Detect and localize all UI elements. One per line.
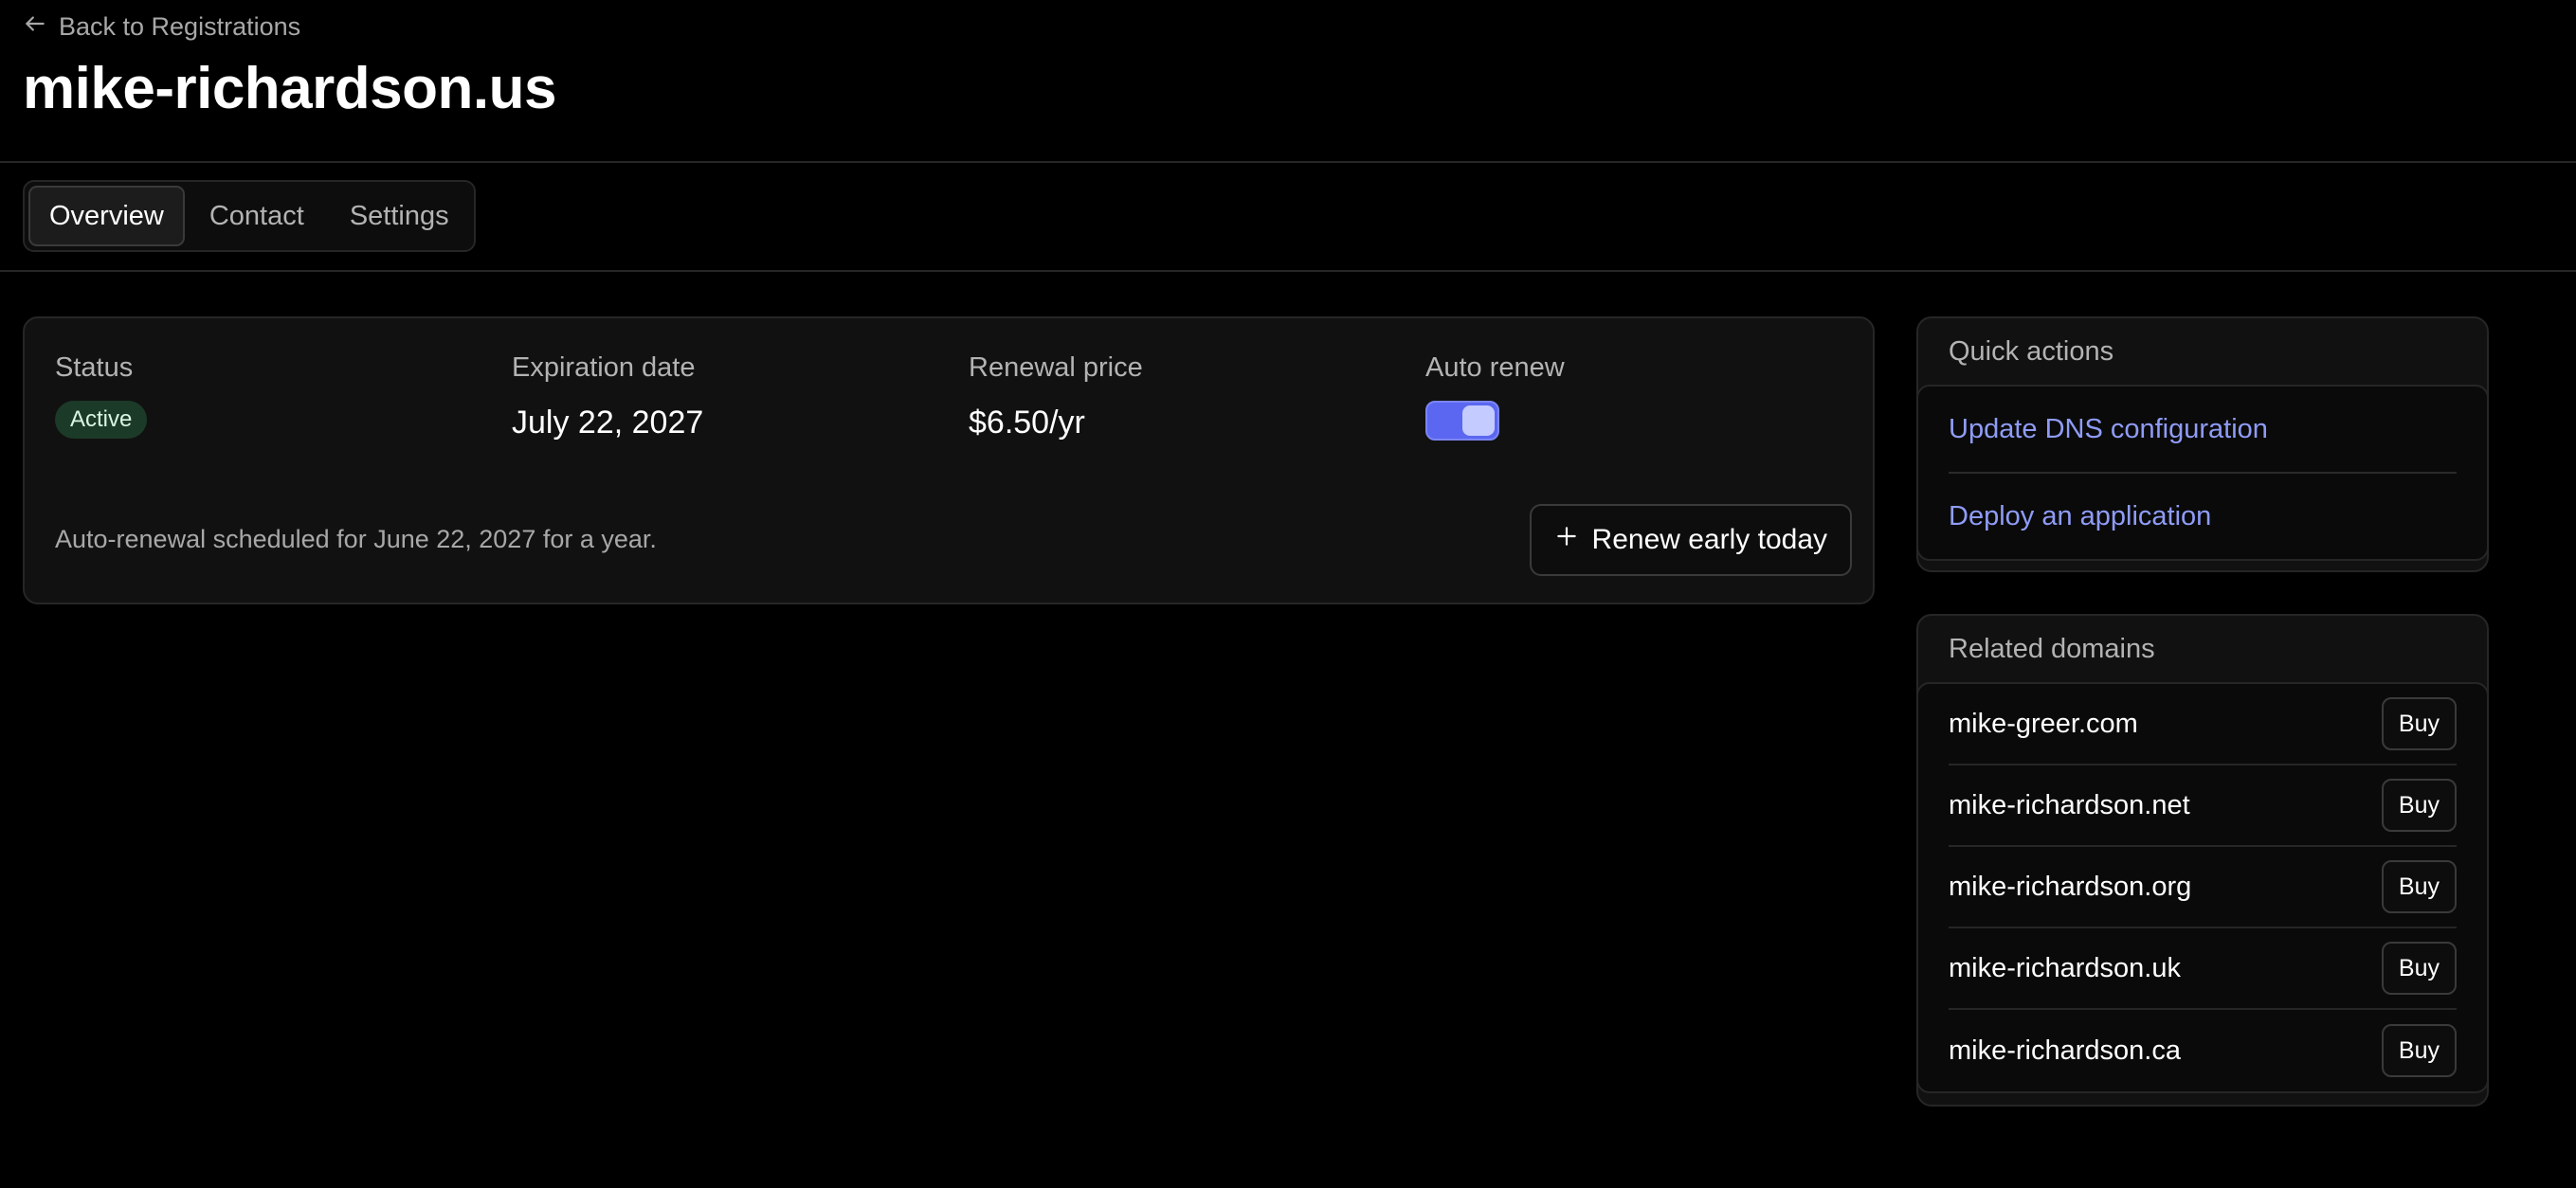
expiration-field: Expiration date July 22, 2027 bbox=[512, 352, 703, 441]
back-link-label: Back to Registrations bbox=[59, 12, 301, 41]
page-title: mike-richardson.us bbox=[23, 56, 556, 121]
domain-name: mike-richardson.net bbox=[1949, 789, 2190, 820]
quick-actions-panel: Quick actions Update DNS configuration D… bbox=[1916, 316, 2489, 572]
tab-contact[interactable]: Contact bbox=[189, 186, 325, 246]
domain-name: mike-richardson.org bbox=[1949, 871, 2192, 902]
status-badge: Active bbox=[55, 401, 148, 439]
quick-actions-title: Quick actions bbox=[1949, 335, 2114, 367]
plus-icon bbox=[1554, 524, 1579, 556]
quick-actions-list: Update DNS configuration Deploy an appli… bbox=[1916, 385, 2489, 561]
expiration-value: July 22, 2027 bbox=[512, 405, 704, 441]
auto-renew-label: Auto renew bbox=[1425, 352, 1565, 383]
auto-renew-toggle[interactable] bbox=[1425, 401, 1499, 441]
domain-name: mike-richardson.ca bbox=[1949, 1035, 2181, 1066]
update-dns-link[interactable]: Update DNS configuration bbox=[1949, 387, 2457, 472]
tabs-divider bbox=[0, 270, 2576, 272]
buy-button[interactable]: Buy bbox=[2381, 779, 2457, 832]
domain-detail-page: Back to Registrations mike-richardson.us… bbox=[0, 0, 2576, 1188]
expiration-label: Expiration date bbox=[512, 352, 696, 383]
buy-button[interactable]: Buy bbox=[2381, 860, 2457, 913]
deploy-application-link[interactable]: Deploy an application bbox=[1949, 474, 2457, 559]
list-item: mike-richardson.ca Buy bbox=[1949, 1010, 2457, 1091]
buy-button[interactable]: Buy bbox=[2381, 697, 2457, 750]
tab-settings[interactable]: Settings bbox=[329, 186, 470, 246]
list-item: mike-greer.com Buy bbox=[1949, 684, 2457, 765]
domain-name: mike-richardson.uk bbox=[1949, 952, 2181, 983]
tab-overview[interactable]: Overview bbox=[28, 186, 185, 246]
buy-button[interactable]: Buy bbox=[2381, 942, 2457, 995]
list-item: mike-richardson.uk Buy bbox=[1949, 928, 2457, 1010]
buy-button[interactable]: Buy bbox=[2381, 1024, 2457, 1077]
domain-name: mike-greer.com bbox=[1949, 708, 2138, 739]
renewal-price-value: $6.50/yr bbox=[969, 405, 1085, 441]
overview-card: Status Active Expiration date July 22, 2… bbox=[23, 316, 1875, 604]
renewal-price-field: Renewal price $6.50/yr bbox=[969, 352, 1143, 441]
toggle-knob bbox=[1462, 405, 1495, 436]
list-item: mike-richardson.net Buy bbox=[1949, 765, 2457, 847]
auto-renew-field: Auto renew bbox=[1425, 352, 1565, 441]
arrow-left-icon bbox=[23, 11, 47, 43]
list-item: mike-richardson.org Buy bbox=[1949, 847, 2457, 928]
related-domains-title: Related domains bbox=[1949, 633, 2155, 664]
tab-bar: Overview Contact Settings bbox=[23, 180, 476, 252]
renewal-price-label: Renewal price bbox=[969, 352, 1143, 383]
renew-early-button[interactable]: Renew early today bbox=[1529, 504, 1852, 576]
back-to-registrations-link[interactable]: Back to Registrations bbox=[23, 11, 300, 43]
renew-early-label: Renew early today bbox=[1591, 524, 1827, 555]
header-divider bbox=[0, 161, 2576, 163]
status-label: Status bbox=[55, 352, 134, 383]
related-domains-list: mike-greer.com Buy mike-richardson.net B… bbox=[1916, 682, 2489, 1093]
status-field: Status Active bbox=[55, 352, 148, 439]
related-domains-panel: Related domains mike-greer.com Buy mike-… bbox=[1916, 614, 2489, 1107]
renewal-note: Auto-renewal scheduled for June 22, 2027… bbox=[55, 525, 657, 553]
